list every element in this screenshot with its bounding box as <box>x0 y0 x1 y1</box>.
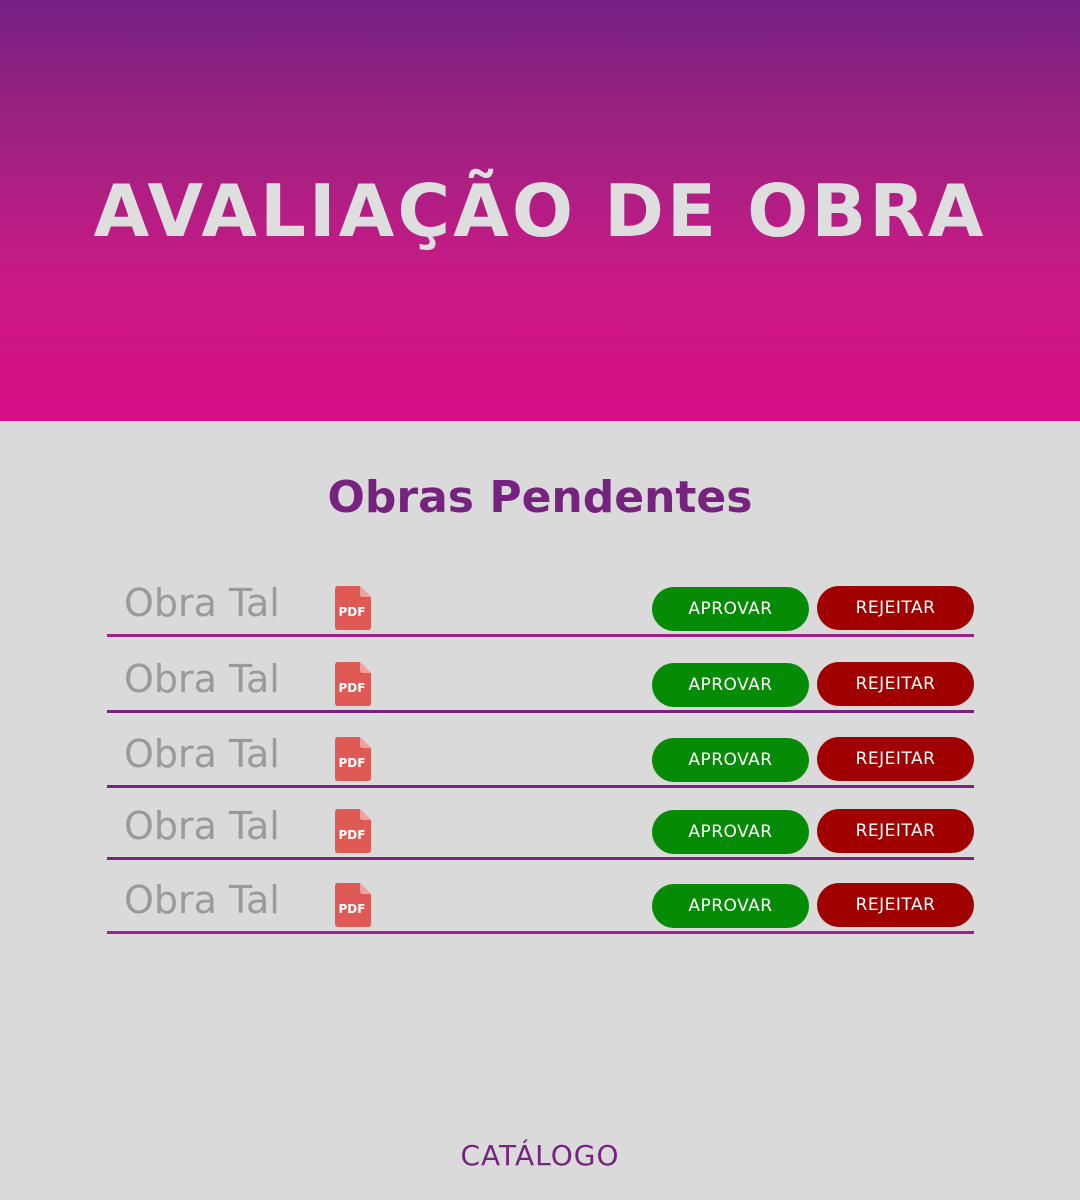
work-name: Obra Tal <box>124 732 280 776</box>
approve-button[interactable]: APROVAR <box>652 738 809 782</box>
work-name: Obra Tal <box>124 581 280 625</box>
pdf-icon-label: PDF <box>339 902 366 916</box>
approve-button[interactable]: APROVAR <box>652 587 809 631</box>
reject-button[interactable]: REJEITAR <box>817 662 974 706</box>
reject-button[interactable]: REJEITAR <box>817 586 974 630</box>
catalog-link[interactable]: CATÁLOGO <box>0 1136 1080 1176</box>
work-name: Obra Tal <box>124 657 280 701</box>
row-divider <box>107 931 974 934</box>
list-item: Obra Tal PDF APROVAR REJEITAR <box>107 653 974 713</box>
pdf-file-icon[interactable]: PDF <box>335 737 371 781</box>
approve-button[interactable]: APROVAR <box>652 810 809 854</box>
row-divider <box>107 710 974 713</box>
row-divider <box>107 857 974 860</box>
reject-button[interactable]: REJEITAR <box>817 737 974 781</box>
pdf-icon-label: PDF <box>339 756 366 770</box>
pdf-file-icon[interactable]: PDF <box>335 586 371 630</box>
pdf-file-icon[interactable]: PDF <box>335 809 371 853</box>
page-title: AVALIAÇÃO DE OBRA <box>93 168 987 253</box>
row-divider <box>107 634 974 637</box>
list-item: Obra Tal PDF APROVAR REJEITAR <box>107 577 974 637</box>
page-header: AVALIAÇÃO DE OBRA <box>0 0 1080 421</box>
approve-button[interactable]: APROVAR <box>652 663 809 707</box>
work-name: Obra Tal <box>124 878 280 922</box>
pdf-icon-label: PDF <box>339 605 366 619</box>
pdf-file-icon[interactable]: PDF <box>335 883 371 927</box>
reject-button[interactable]: REJEITAR <box>817 883 974 927</box>
section-title: Obras Pendentes <box>327 472 753 523</box>
list-item: Obra Tal PDF APROVAR REJEITAR <box>107 874 974 934</box>
pdf-icon-label: PDF <box>339 681 366 695</box>
list-item: Obra Tal PDF APROVAR REJEITAR <box>107 800 974 860</box>
approve-button[interactable]: APROVAR <box>652 884 809 928</box>
list-item: Obra Tal PDF APROVAR REJEITAR <box>107 728 974 788</box>
pdf-icon-label: PDF <box>339 828 366 842</box>
reject-button[interactable]: REJEITAR <box>817 809 974 853</box>
row-divider <box>107 785 974 788</box>
work-name: Obra Tal <box>124 804 280 848</box>
pdf-file-icon[interactable]: PDF <box>335 662 371 706</box>
